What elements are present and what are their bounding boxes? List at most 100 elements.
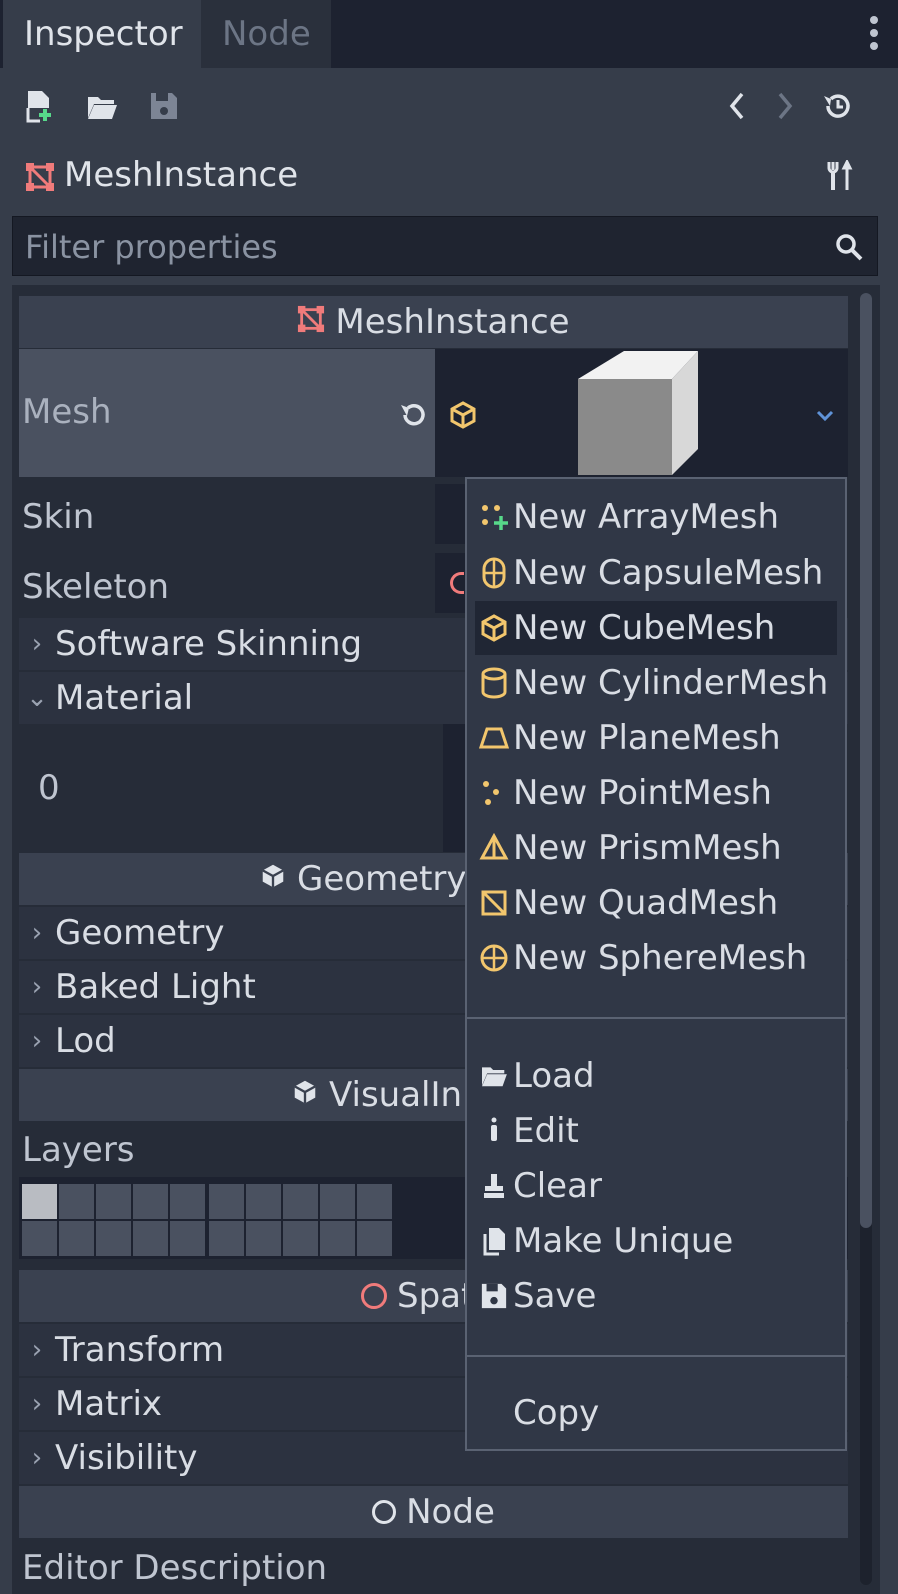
meshinstance-icon [297, 302, 325, 342]
menu-item-new-planemesh[interactable]: New PlaneMesh [475, 711, 837, 765]
layer-cell[interactable] [320, 1221, 355, 1256]
menu-item-label: New CylinderMesh [513, 663, 829, 703]
tab-inspector[interactable]: Inspector [3, 0, 201, 68]
material-slot-row [19, 724, 439, 852]
layer-cell[interactable] [170, 1184, 205, 1219]
menu-item-label: Copy [513, 1393, 600, 1433]
menu-item-make-unique[interactable]: Make Unique [475, 1214, 837, 1268]
copy-icon-placeholder [475, 1386, 513, 1440]
open-folder-icon[interactable] [84, 90, 120, 124]
spheremesh-icon [475, 931, 513, 985]
capsulemesh-icon [475, 546, 513, 600]
menu-item-copy[interactable]: Copy [475, 1386, 837, 1440]
menu-separator [467, 1017, 845, 1019]
menu-item-label: Load [513, 1056, 595, 1096]
history-icon[interactable] [820, 88, 856, 124]
layer-cell[interactable] [246, 1184, 281, 1219]
layer-cell[interactable] [283, 1184, 318, 1219]
layer-cell[interactable] [283, 1221, 318, 1256]
menu-item-clear[interactable]: Clear [475, 1159, 837, 1213]
revert-icon[interactable] [396, 398, 430, 432]
layer-cell[interactable] [357, 1184, 392, 1219]
menu-item-new-quadmesh[interactable]: New QuadMesh [475, 876, 837, 930]
group-label: Lod [55, 1021, 116, 1061]
menu-item-save[interactable]: Save [475, 1269, 837, 1323]
layer-cell[interactable] [59, 1184, 94, 1219]
menu-item-label: Make Unique [513, 1221, 734, 1261]
layer-cell[interactable] [357, 1221, 392, 1256]
skin-label: Skin [22, 497, 95, 537]
save-icon[interactable] [148, 90, 180, 122]
layer-cell[interactable] [96, 1221, 131, 1256]
chevron-right-icon: › [31, 1389, 43, 1419]
chevron-down-icon: ⌄ [26, 683, 48, 713]
menu-item-new-cylindermesh[interactable]: New CylinderMesh [475, 656, 837, 710]
layer-cell[interactable] [22, 1221, 57, 1256]
cylindermesh-icon [475, 656, 513, 710]
menu-item-label: New CapsuleMesh [513, 553, 824, 593]
layer-cell[interactable] [320, 1184, 355, 1219]
back-icon[interactable] [722, 90, 752, 122]
menu-item-label: New PlaneMesh [513, 718, 781, 758]
menu-item-new-pointmesh[interactable]: New PointMesh [475, 766, 837, 820]
layer-cell[interactable] [133, 1184, 168, 1219]
menu-item-label: New ArrayMesh [513, 497, 780, 537]
dropdown-chevron-icon[interactable] [810, 402, 840, 430]
chevron-right-icon: › [31, 629, 43, 659]
layers-grid[interactable] [22, 1184, 396, 1258]
menu-item-load[interactable]: Load [475, 1049, 837, 1103]
layer-cell[interactable] [170, 1221, 205, 1256]
cube-icon [291, 1075, 319, 1115]
layer-cell[interactable] [246, 1221, 281, 1256]
menu-item-label: Edit [513, 1111, 579, 1151]
menu-item-new-capsulemesh[interactable]: New CapsuleMesh [475, 546, 837, 600]
group-label: Software Skinning [55, 624, 363, 664]
skin-value[interactable] [435, 484, 465, 544]
menu-item-label: New SphereMesh [513, 938, 808, 978]
open-folder-icon [475, 1049, 513, 1103]
section-title: Spat [397, 1276, 475, 1316]
node-icon [372, 1500, 397, 1524]
group-label: Matrix [55, 1384, 163, 1424]
section-meshinstance: MeshInstance [19, 296, 848, 348]
menu-item-label: Save [513, 1276, 597, 1316]
menu-item-new-arraymesh[interactable]: New ArrayMesh [475, 490, 837, 544]
more-options-icon[interactable] [870, 16, 880, 56]
new-script-icon[interactable] [22, 88, 58, 124]
layer-cell[interactable] [96, 1184, 131, 1219]
group-label: Visibility [55, 1438, 198, 1478]
chevron-right-icon: › [31, 1026, 43, 1056]
layer-cell[interactable] [209, 1221, 244, 1256]
menu-item-new-prismmesh[interactable]: New PrismMesh [475, 821, 837, 875]
forward-icon[interactable] [770, 90, 800, 122]
edit-icon [475, 1104, 513, 1158]
section-title: Geometry [297, 859, 467, 899]
filter-properties-field[interactable] [12, 216, 878, 276]
group-label: Transform [55, 1330, 225, 1370]
layer-cell[interactable] [133, 1221, 168, 1256]
cube-preview[interactable] [576, 349, 698, 477]
filter-properties-input[interactable] [23, 223, 817, 271]
menu-item-new-spheremesh[interactable]: New SphereMesh [475, 931, 837, 985]
menu-item-edit[interactable]: Edit [475, 1104, 837, 1158]
group-label: Geometry [55, 913, 225, 953]
scrollbar-thumb[interactable] [860, 293, 872, 1228]
tab-node[interactable]: Node [201, 0, 331, 68]
layer-cell[interactable] [59, 1221, 94, 1256]
menu-item-label: New PointMesh [513, 773, 772, 813]
tools-icon[interactable] [822, 158, 858, 194]
menu-item-label: New QuadMesh [513, 883, 779, 923]
layer-cell[interactable] [22, 1184, 57, 1219]
pointmesh-icon [475, 766, 513, 820]
layer-cell[interactable] [209, 1184, 244, 1219]
menu-item-new-cubemesh[interactable]: New CubeMesh [475, 601, 837, 655]
chevron-right-icon: › [31, 972, 43, 1002]
group-label: Baked Light [55, 967, 256, 1007]
section-node: Node [19, 1486, 848, 1538]
save-icon [475, 1269, 513, 1323]
material-index-label: 0 [38, 768, 60, 808]
duplicate-icon [475, 1214, 513, 1268]
clear-broom-icon [475, 1159, 513, 1213]
section-title: MeshInstance [335, 302, 570, 342]
editor-description-label: Editor Description [22, 1548, 328, 1588]
